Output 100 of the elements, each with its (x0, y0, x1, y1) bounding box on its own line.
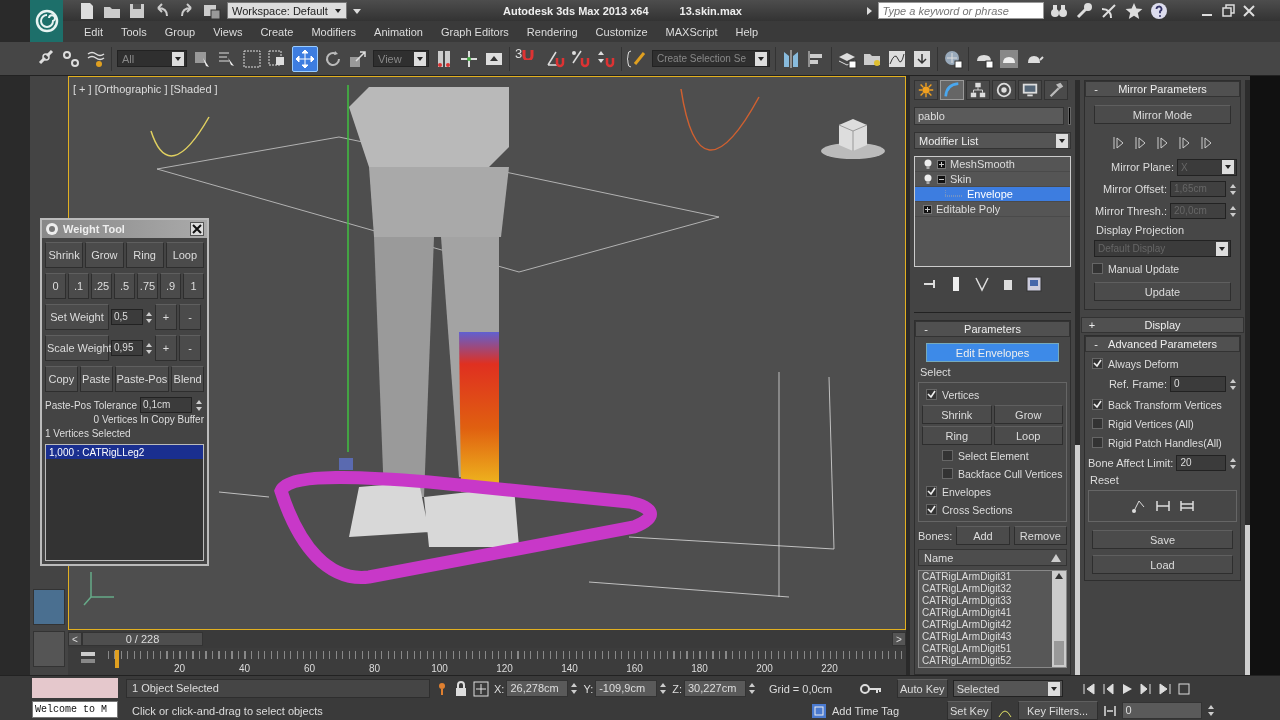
checkbox-label: Back Transform Vertices (1108, 398, 1222, 411)
coordinate-field[interactable]: 30,227cm (684, 680, 746, 697)
selection-button[interactable]: Loop (993, 426, 1063, 445)
frame-number: 20 (172, 663, 187, 674)
coordinate-field[interactable]: 26,278cm (506, 680, 569, 697)
weight-preset-button[interactable]: 1 (183, 273, 204, 299)
decrease-button[interactable]: - (179, 304, 201, 330)
weight-button[interactable]: Set Weight (45, 304, 109, 330)
menu-item[interactable]: Create (251, 25, 303, 38)
rollout-header[interactable]: - Advanced Parameters (1085, 336, 1240, 352)
named-selection-dropdown[interactable]: Create Selection Se (652, 50, 770, 67)
selection-button[interactable]: Grow (85, 242, 124, 268)
modifier-stack-item[interactable]: MeshSmooth (915, 157, 1070, 173)
current-frame-field[interactable]: 0 (1121, 702, 1202, 719)
increase-button[interactable]: + (155, 304, 177, 330)
viewport-label[interactable]: [ + ] [Orthographic ] [Shaded ] (73, 83, 218, 95)
weight-preset-button[interactable]: .5 (114, 273, 135, 299)
weight-preset-button[interactable]: .9 (160, 273, 181, 299)
bone-list-item[interactable]: CATRigLArmDigit31 (922, 571, 1052, 583)
modifier-list-dropdown[interactable]: Modifier List (914, 132, 1071, 150)
rollout-header[interactable]: - Parameters (915, 321, 1070, 337)
menu-item[interactable]: Graph Editors (431, 25, 518, 38)
auto-key-button[interactable]: Auto Key (897, 679, 948, 698)
update-button[interactable]: Update (1094, 282, 1231, 301)
weight-preset-button[interactable]: 0 (45, 273, 66, 299)
add-time-tag-label[interactable]: Add Time Tag (832, 704, 942, 717)
bone-list-item[interactable]: CATRigLArmDigit51 (922, 643, 1052, 655)
bone-list-item[interactable]: CATRigLArmDigit42 (922, 619, 1052, 631)
selection-button[interactable]: Shrink (922, 405, 992, 424)
field-label: Ref. Frame: (1108, 378, 1167, 390)
key-mode-dropdown[interactable]: Selected (952, 680, 1063, 697)
snap-toggle[interactable]: 3 (515, 45, 541, 72)
menu-item[interactable]: Views (204, 25, 252, 38)
weight-preset-button[interactable]: .25 (91, 273, 112, 299)
checkbox-label: Backface Cull Vertices (958, 467, 1063, 480)
remove-button[interactable]: Remove (1013, 526, 1067, 545)
menu-item[interactable]: Help (726, 25, 768, 38)
field-label: Paste-Pos Tolerance (45, 399, 138, 411)
modifier-stack-item[interactable]: Editable Poly (915, 202, 1070, 218)
key-filters-button[interactable]: Key Filters... (1017, 701, 1098, 720)
rollout-header[interactable]: + Display (1081, 317, 1244, 333)
file-name: 13.skin.max (679, 4, 743, 17)
bone-list-item[interactable]: CATRigLArmDigit41 (922, 607, 1052, 619)
selection-button[interactable]: Shrink (45, 242, 84, 268)
bone-list-item[interactable]: CATRigLArmDigit32 (922, 583, 1052, 595)
selection-filter-dropdown[interactable]: All (117, 50, 187, 67)
set-key-button[interactable]: Set Key (947, 701, 992, 720)
menu-item[interactable]: MAXScript (656, 25, 727, 38)
group-label: Reset (1089, 474, 1120, 486)
frame-number: 140 (560, 663, 579, 674)
add-button[interactable]: Add (956, 526, 1010, 545)
checkbox-label: Rigid Vertices (All) (1108, 417, 1194, 430)
spinner-field[interactable]: 0,1cm (140, 397, 193, 413)
spinner-field[interactable]: 0,5 (111, 309, 143, 325)
decrease-button[interactable]: - (179, 335, 201, 361)
rollout-header[interactable]: - Mirror Parameters (1085, 81, 1240, 97)
field-label: Bones: (918, 529, 953, 542)
clipboard-button[interactable]: Paste-Pos (114, 366, 170, 392)
mirror-mode-button[interactable]: Mirror Mode (1094, 105, 1231, 124)
spinner-field[interactable]: 0,95 (111, 340, 143, 356)
clipboard-button[interactable]: Copy (45, 366, 78, 392)
menu-item[interactable]: Edit (75, 25, 112, 38)
listener-field[interactable]: Welcome to M (32, 701, 118, 718)
object-name-field[interactable]: pablo (914, 107, 1064, 125)
spinner-field[interactable]: 0 (1170, 376, 1226, 392)
menu-item[interactable]: Animation (365, 25, 432, 38)
buffer-status: 0 Vertices In Copy Buffer (92, 413, 204, 427)
spinner-field[interactable]: 20 (1176, 455, 1226, 471)
coordinate-field[interactable]: -109,9cm (595, 680, 658, 697)
menu-item[interactable]: Rendering (517, 25, 587, 38)
increase-button[interactable]: + (155, 335, 177, 361)
load-button[interactable]: Load (1092, 555, 1233, 574)
bone-list-item[interactable]: CATRigLArmDigit52 (922, 655, 1052, 667)
menu-item[interactable]: Group (155, 25, 205, 38)
previous-frame-button[interactable]: < (68, 632, 82, 646)
weight-preset-button[interactable]: .1 (68, 273, 89, 299)
save-button[interactable]: Save (1092, 530, 1233, 549)
menu-item[interactable]: Tools (111, 25, 156, 38)
search-field[interactable]: Type a keyword or phrase (877, 2, 1044, 19)
weight-preset-button[interactable]: .75 (137, 273, 158, 299)
frame-number: 220 (820, 663, 839, 674)
frame-number: 120 (495, 663, 514, 674)
workspace-dropdown[interactable]: Workspace: Default (227, 2, 347, 19)
clipboard-button[interactable]: Blend (171, 366, 204, 392)
time-slider-thumb[interactable]: 0 / 228 (82, 632, 203, 646)
next-frame-button[interactable]: > (892, 632, 906, 646)
selection-button[interactable]: Grow (993, 405, 1063, 424)
reference-coordinate-dropdown[interactable]: View (373, 50, 429, 67)
column-header[interactable]: Name (918, 549, 1067, 566)
bone-list-item[interactable]: CATRigLArmDigit33 (922, 595, 1052, 607)
modifier-stack-item[interactable]: Envelope (915, 187, 1070, 203)
selection-button[interactable]: Ring (125, 242, 164, 268)
weight-button[interactable]: Scale Weight (45, 335, 109, 361)
clipboard-button[interactable]: Paste (79, 366, 113, 392)
selection-button[interactable]: Ring (922, 426, 992, 445)
weight-list-item[interactable]: 1,000 : CATRigLLeg2 (46, 445, 203, 459)
selection-button[interactable]: Loop (165, 242, 204, 268)
menu-item[interactable]: Customize (586, 25, 657, 38)
bone-list-item[interactable]: CATRigLArmDigit43 (922, 631, 1052, 643)
menu-item[interactable]: Modifiers (302, 25, 366, 38)
